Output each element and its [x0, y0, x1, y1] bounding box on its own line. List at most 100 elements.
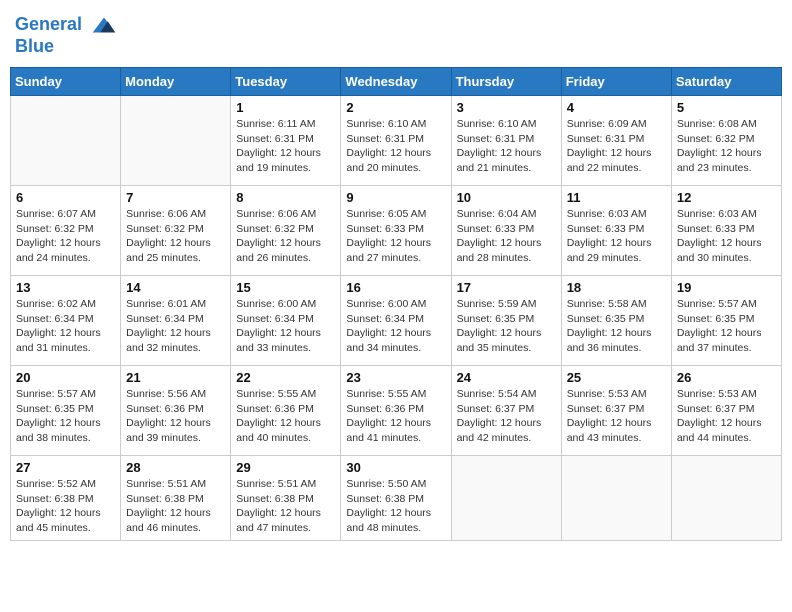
day-info: Sunrise: 6:10 AM Sunset: 6:31 PM Dayligh… — [346, 117, 445, 176]
day-info: Sunrise: 6:05 AM Sunset: 6:33 PM Dayligh… — [346, 207, 445, 266]
day-info: Sunrise: 5:56 AM Sunset: 6:36 PM Dayligh… — [126, 387, 225, 446]
weekday-header-sunday: Sunday — [11, 68, 121, 96]
calendar-cell: 15 Sunrise: 6:00 AM Sunset: 6:34 PM Dayli… — [231, 276, 341, 366]
day-number: 1 — [236, 100, 335, 115]
day-number: 18 — [567, 280, 666, 295]
day-number: 6 — [16, 190, 115, 205]
day-number: 23 — [346, 370, 445, 385]
day-number: 10 — [457, 190, 556, 205]
weekday-header-wednesday: Wednesday — [341, 68, 451, 96]
day-number: 25 — [567, 370, 666, 385]
day-info: Sunrise: 6:04 AM Sunset: 6:33 PM Dayligh… — [457, 207, 556, 266]
calendar-cell: 5 Sunrise: 6:08 AM Sunset: 6:32 PM Daylig… — [671, 96, 781, 186]
day-number: 27 — [16, 460, 115, 475]
day-info: Sunrise: 6:08 AM Sunset: 6:32 PM Dayligh… — [677, 117, 776, 176]
logo: General Blue — [15, 10, 119, 57]
calendar-cell: 8 Sunrise: 6:06 AM Sunset: 6:32 PM Daylig… — [231, 186, 341, 276]
calendar-cell: 27 Sunrise: 5:52 AM Sunset: 6:38 PM Dayli… — [11, 456, 121, 541]
day-info: Sunrise: 6:11 AM Sunset: 6:31 PM Dayligh… — [236, 117, 335, 176]
day-number: 3 — [457, 100, 556, 115]
calendar-cell — [671, 456, 781, 541]
day-info: Sunrise: 6:03 AM Sunset: 6:33 PM Dayligh… — [567, 207, 666, 266]
weekday-header-row: SundayMondayTuesdayWednesdayThursdayFrid… — [11, 68, 782, 96]
day-info: Sunrise: 5:51 AM Sunset: 6:38 PM Dayligh… — [236, 477, 335, 536]
calendar-cell: 6Sunrise: 6:07 AM Sunset: 6:32 PM Daylig… — [11, 186, 121, 276]
day-info: Sunrise: 5:57 AM Sunset: 6:35 PM Dayligh… — [677, 297, 776, 356]
calendar-cell: 18 Sunrise: 5:58 AM Sunset: 6:35 PM Dayli… — [561, 276, 671, 366]
day-info: Sunrise: 5:58 AM Sunset: 6:35 PM Dayligh… — [567, 297, 666, 356]
day-info: Sunrise: 5:54 AM Sunset: 6:37 PM Dayligh… — [457, 387, 556, 446]
day-info: Sunrise: 5:59 AM Sunset: 6:35 PM Dayligh… — [457, 297, 556, 356]
day-number: 22 — [236, 370, 335, 385]
week-row-4: 20Sunrise: 5:57 AM Sunset: 6:35 PM Dayli… — [11, 366, 782, 456]
calendar-table: SundayMondayTuesdayWednesdayThursdayFrid… — [10, 67, 782, 541]
day-number: 14 — [126, 280, 225, 295]
day-number: 24 — [457, 370, 556, 385]
day-info: Sunrise: 6:10 AM Sunset: 6:31 PM Dayligh… — [457, 117, 556, 176]
day-info: Sunrise: 6:00 AM Sunset: 6:34 PM Dayligh… — [236, 297, 335, 356]
weekday-header-monday: Monday — [121, 68, 231, 96]
week-row-3: 13 Sunrise: 6:02 AM Sunset: 6:34 PM Dayli… — [11, 276, 782, 366]
day-number: 7 — [126, 190, 225, 205]
day-info: Sunrise: 5:53 AM Sunset: 6:37 PM Dayligh… — [567, 387, 666, 446]
day-number: 21 — [126, 370, 225, 385]
calendar-cell: 3 Sunrise: 6:10 AM Sunset: 6:31 PM Daylig… — [451, 96, 561, 186]
day-number: 12 — [677, 190, 776, 205]
week-row-1: 1 Sunrise: 6:11 AM Sunset: 6:31 PM Daylig… — [11, 96, 782, 186]
day-number: 30 — [346, 460, 445, 475]
calendar-cell — [11, 96, 121, 186]
week-row-5: 27 Sunrise: 5:52 AM Sunset: 6:38 PM Dayli… — [11, 456, 782, 541]
calendar-cell — [451, 456, 561, 541]
calendar-cell: 22Sunrise: 5:55 AM Sunset: 6:36 PM Dayli… — [231, 366, 341, 456]
day-number: 9 — [346, 190, 445, 205]
day-number: 4 — [567, 100, 666, 115]
day-info: Sunrise: 6:01 AM Sunset: 6:34 PM Dayligh… — [126, 297, 225, 356]
day-number: 13 — [16, 280, 115, 295]
day-number: 17 — [457, 280, 556, 295]
day-info: Sunrise: 6:06 AM Sunset: 6:32 PM Dayligh… — [236, 207, 335, 266]
calendar-cell: 20Sunrise: 5:57 AM Sunset: 6:35 PM Dayli… — [11, 366, 121, 456]
calendar-cell: 24 Sunrise: 5:54 AM Sunset: 6:37 PM Dayli… — [451, 366, 561, 456]
day-number: 29 — [236, 460, 335, 475]
day-info: Sunrise: 5:51 AM Sunset: 6:38 PM Dayligh… — [126, 477, 225, 536]
calendar-cell — [121, 96, 231, 186]
calendar-cell: 10 Sunrise: 6:04 AM Sunset: 6:33 PM Dayli… — [451, 186, 561, 276]
day-number: 16 — [346, 280, 445, 295]
day-info: Sunrise: 6:03 AM Sunset: 6:33 PM Dayligh… — [677, 207, 776, 266]
day-info: Sunrise: 5:52 AM Sunset: 6:38 PM Dayligh… — [16, 477, 115, 536]
day-info: Sunrise: 6:00 AM Sunset: 6:34 PM Dayligh… — [346, 297, 445, 356]
day-number: 15 — [236, 280, 335, 295]
calendar-cell: 19 Sunrise: 5:57 AM Sunset: 6:35 PM Dayli… — [671, 276, 781, 366]
day-info: Sunrise: 5:50 AM Sunset: 6:38 PM Dayligh… — [346, 477, 445, 536]
calendar-cell: 21 Sunrise: 5:56 AM Sunset: 6:36 PM Dayli… — [121, 366, 231, 456]
calendar-cell: 4 Sunrise: 6:09 AM Sunset: 6:31 PM Daylig… — [561, 96, 671, 186]
calendar-cell: 26 Sunrise: 5:53 AM Sunset: 6:37 PM Dayli… — [671, 366, 781, 456]
calendar-cell: 17 Sunrise: 5:59 AM Sunset: 6:35 PM Dayli… — [451, 276, 561, 366]
day-info: Sunrise: 5:53 AM Sunset: 6:37 PM Dayligh… — [677, 387, 776, 446]
day-number: 26 — [677, 370, 776, 385]
calendar-cell: 9 Sunrise: 6:05 AM Sunset: 6:33 PM Daylig… — [341, 186, 451, 276]
weekday-header-saturday: Saturday — [671, 68, 781, 96]
day-number: 19 — [677, 280, 776, 295]
calendar-cell: 2 Sunrise: 6:10 AM Sunset: 6:31 PM Daylig… — [341, 96, 451, 186]
calendar-cell: 25 Sunrise: 5:53 AM Sunset: 6:37 PM Dayli… — [561, 366, 671, 456]
calendar-cell: 1 Sunrise: 6:11 AM Sunset: 6:31 PM Daylig… — [231, 96, 341, 186]
day-info: Sunrise: 6:09 AM Sunset: 6:31 PM Dayligh… — [567, 117, 666, 176]
calendar-cell: 12 Sunrise: 6:03 AM Sunset: 6:33 PM Dayli… — [671, 186, 781, 276]
calendar-cell: 14 Sunrise: 6:01 AM Sunset: 6:34 PM Dayli… — [121, 276, 231, 366]
calendar-cell: 11 Sunrise: 6:03 AM Sunset: 6:33 PM Dayli… — [561, 186, 671, 276]
day-number: 5 — [677, 100, 776, 115]
calendar-cell: 28Sunrise: 5:51 AM Sunset: 6:38 PM Dayli… — [121, 456, 231, 541]
week-row-2: 6Sunrise: 6:07 AM Sunset: 6:32 PM Daylig… — [11, 186, 782, 276]
calendar-cell: 7Sunrise: 6:06 AM Sunset: 6:32 PM Daylig… — [121, 186, 231, 276]
calendar-cell: 30 Sunrise: 5:50 AM Sunset: 6:38 PM Dayli… — [341, 456, 451, 541]
weekday-header-thursday: Thursday — [451, 68, 561, 96]
calendar-cell: 23Sunrise: 5:55 AM Sunset: 6:36 PM Dayli… — [341, 366, 451, 456]
day-number: 20 — [16, 370, 115, 385]
day-number: 11 — [567, 190, 666, 205]
calendar-cell: 29 Sunrise: 5:51 AM Sunset: 6:38 PM Dayli… — [231, 456, 341, 541]
day-info: Sunrise: 6:02 AM Sunset: 6:34 PM Dayligh… — [16, 297, 115, 356]
calendar-cell: 13 Sunrise: 6:02 AM Sunset: 6:34 PM Dayli… — [11, 276, 121, 366]
day-number: 2 — [346, 100, 445, 115]
day-number: 8 — [236, 190, 335, 205]
